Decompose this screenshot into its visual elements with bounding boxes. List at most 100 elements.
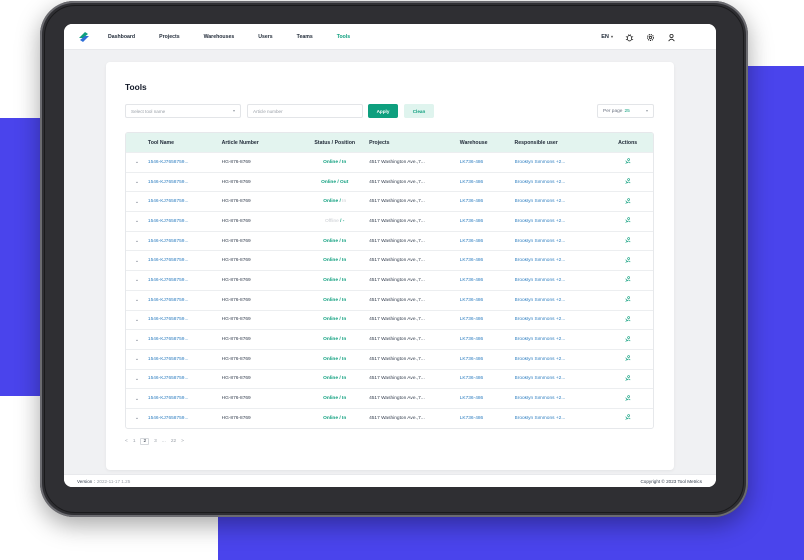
nav-item-warehouses[interactable]: Warehouses <box>204 34 235 40</box>
language-selector[interactable]: EN ▾ <box>601 34 613 40</box>
tool-name-link[interactable]: 1546-KJ7658759... <box>148 376 222 381</box>
user-icon[interactable] <box>667 33 676 42</box>
warehouse-link[interactable]: LK736-486 <box>460 278 515 283</box>
chevron-down-icon[interactable]: ⌄ <box>126 258 148 264</box>
warehouse-link[interactable]: LK736-486 <box>460 219 515 224</box>
warehouse-link[interactable]: LK736-486 <box>460 317 515 322</box>
responsible-user-link[interactable]: Brooklyn Simmons +2... <box>515 298 603 303</box>
action-assign-icon[interactable] <box>602 414 653 422</box>
apply-button[interactable]: Apply <box>368 104 398 118</box>
chevron-down-icon[interactable]: ⌄ <box>126 159 148 165</box>
responsible-user-link[interactable]: Brooklyn Simmons +2... <box>515 278 603 283</box>
chevron-down-icon[interactable]: ⌄ <box>126 218 148 224</box>
status-position: Online / In <box>300 258 369 263</box>
chevron-down-icon[interactable]: ⌄ <box>126 179 148 185</box>
tool-name-link[interactable]: 1546-KJ7658759... <box>148 298 222 303</box>
pagination-prev[interactable]: < <box>125 439 128 444</box>
pagination-page[interactable]: 2 <box>140 438 150 445</box>
nav-item-tools[interactable]: Tools <box>337 34 350 40</box>
chevron-down-icon[interactable]: ⌄ <box>126 337 148 343</box>
tool-name-link[interactable]: 1546-KJ7658759... <box>148 357 222 362</box>
nav-item-teams[interactable]: Teams <box>297 34 313 40</box>
position-text: In <box>342 415 347 421</box>
responsible-user-link[interactable]: Brooklyn Simmons +2... <box>515 376 603 381</box>
position-text: In <box>342 317 347 323</box>
tool-name-link[interactable]: 1546-KJ7658759... <box>148 416 222 421</box>
nav-item-dashboard[interactable]: Dashboard <box>108 34 135 40</box>
warehouse-link[interactable]: LK736-486 <box>460 258 515 263</box>
project-text: 4517 Washington Ave.,7... <box>369 199 425 205</box>
table-row: ⌄ 1546-KJ7658759... HG-876-8769 Online / In… <box>126 230 653 251</box>
chevron-down-icon[interactable]: ⌄ <box>126 415 148 421</box>
action-assign-icon[interactable] <box>602 158 653 166</box>
responsible-user-link[interactable]: Brooklyn Simmons +2... <box>515 317 603 322</box>
tool-name-link[interactable]: 1546-KJ7658759... <box>148 180 222 185</box>
pagination-page[interactable]: 3 <box>154 439 157 444</box>
action-assign-icon[interactable] <box>602 296 653 304</box>
chevron-down-icon[interactable]: ⌄ <box>126 317 148 323</box>
chevron-down-icon[interactable]: ⌄ <box>126 199 148 205</box>
warehouse-link[interactable]: LK736-486 <box>460 376 515 381</box>
action-assign-icon[interactable] <box>602 257 653 265</box>
chevron-down-icon[interactable]: ⌄ <box>126 238 148 244</box>
bug-icon[interactable] <box>625 33 634 42</box>
action-assign-icon[interactable] <box>602 375 653 383</box>
responsible-user-link[interactable]: Brooklyn Simmons +2... <box>515 416 603 421</box>
tool-name-link[interactable]: 1546-KJ7658759... <box>148 199 222 204</box>
action-assign-icon[interactable] <box>602 355 653 363</box>
pagination-next[interactable]: > <box>181 439 184 444</box>
warehouse-link[interactable]: LK736-486 <box>460 337 515 342</box>
warehouse-link[interactable]: LK736-486 <box>460 357 515 362</box>
chevron-down-icon[interactable]: ⌄ <box>126 376 148 382</box>
responsible-user-link[interactable]: Brooklyn Simmons +2... <box>515 199 603 204</box>
chevron-down-icon[interactable]: ⌄ <box>126 277 148 283</box>
tool-name-link[interactable]: 1546-KJ7658759... <box>148 317 222 322</box>
nav-item-users[interactable]: Users <box>258 34 272 40</box>
responsible-user-link[interactable]: Brooklyn Simmons +2... <box>515 180 603 185</box>
responsible-user-link[interactable]: Brooklyn Simmons +2... <box>515 396 603 401</box>
gear-icon[interactable] <box>646 33 655 42</box>
responsible-user-link[interactable]: Brooklyn Simmons +2... <box>515 239 603 244</box>
responsible-user-link[interactable]: Brooklyn Simmons +2... <box>515 160 603 165</box>
per-page-select[interactable]: Per page 25 ▾ <box>597 104 654 118</box>
action-assign-icon[interactable] <box>602 237 653 245</box>
logo-icon[interactable] <box>76 29 92 45</box>
responsible-user-link[interactable]: Brooklyn Simmons +2... <box>515 337 603 342</box>
clean-button[interactable]: Clean <box>404 104 434 118</box>
chevron-down-icon[interactable]: ⌄ <box>126 356 148 362</box>
pagination-page[interactable]: 1 <box>133 439 136 444</box>
tool-name-link[interactable]: 1546-KJ7658759... <box>148 160 222 165</box>
warehouse-link[interactable]: LK736-486 <box>460 160 515 165</box>
action-assign-icon[interactable] <box>602 276 653 284</box>
tool-name-link[interactable]: 1546-KJ7658759... <box>148 258 222 263</box>
table-body: ⌄ 1546-KJ7658759... HG-876-8769 Online / In… <box>126 152 653 428</box>
warehouse-link[interactable]: LK736-486 <box>460 239 515 244</box>
article-number-input[interactable]: Article number <box>247 104 363 118</box>
nav-item-projects[interactable]: Projects <box>159 34 179 40</box>
warehouse-link[interactable]: LK736-486 <box>460 396 515 401</box>
tool-name-link[interactable]: 1546-KJ7658759... <box>148 278 222 283</box>
warehouse-link[interactable]: LK736-486 <box>460 416 515 421</box>
action-assign-icon[interactable] <box>602 335 653 344</box>
tool-name-select[interactable]: Select tool name ▾ <box>125 104 241 118</box>
pagination-page[interactable]: 22 <box>171 439 176 444</box>
tool-name-link[interactable]: 1546-KJ7658759... <box>148 396 222 401</box>
responsible-user-link[interactable]: Brooklyn Simmons +2... <box>515 258 603 263</box>
action-assign-icon[interactable] <box>602 178 653 186</box>
table-row: ⌄ 1546-KJ7658759... HG-876-8769 Online / In… <box>126 250 653 270</box>
tool-name-link[interactable]: 1546-KJ7658759... <box>148 337 222 342</box>
chevron-down-icon[interactable]: ⌄ <box>126 396 148 402</box>
chevron-down-icon[interactable]: ⌄ <box>126 297 148 303</box>
tool-name-link[interactable]: 1546-KJ7658759... <box>148 239 222 244</box>
warehouse-link[interactable]: LK736-486 <box>460 180 515 185</box>
pagination-ellipsis: ... <box>161 439 166 444</box>
action-assign-icon[interactable] <box>602 316 653 324</box>
warehouse-link[interactable]: LK736-486 <box>460 298 515 303</box>
responsible-user-link[interactable]: Brooklyn Simmons +2... <box>515 219 603 224</box>
action-assign-icon[interactable] <box>602 197 653 206</box>
warehouse-link[interactable]: LK736-486 <box>460 199 515 204</box>
action-assign-icon[interactable] <box>602 394 653 403</box>
responsible-user-link[interactable]: Brooklyn Simmons +2... <box>515 357 603 362</box>
tool-name-link[interactable]: 1546-KJ7658759... <box>148 219 222 224</box>
action-assign-icon[interactable] <box>602 217 653 225</box>
